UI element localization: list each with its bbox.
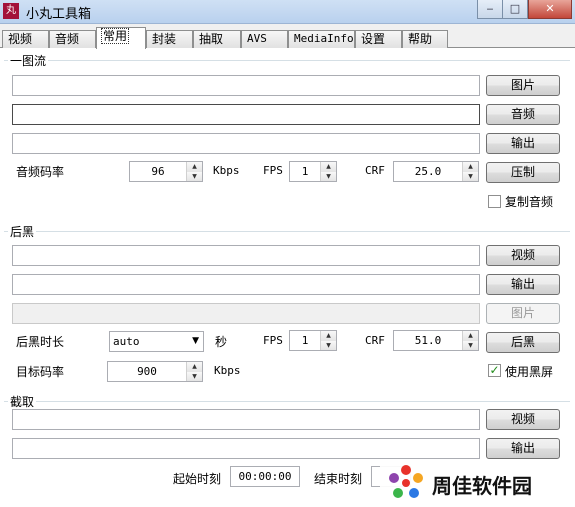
audio-bitrate-value: 96	[151, 165, 165, 178]
spin-down-icon[interactable]: ▼	[187, 171, 202, 181]
black-tail-button[interactable]: 后黑	[486, 332, 560, 353]
output-path-field[interactable]	[12, 274, 480, 295]
audio-bitrate-spinner[interactable]: 96 ▲ ▼	[129, 161, 203, 182]
group-title-black-tail: 后黑	[8, 223, 37, 240]
image-button[interactable]: 图片	[486, 75, 560, 96]
end-time-label: 结束时刻	[314, 472, 363, 486]
tab-common[interactable]: 常用	[96, 27, 146, 49]
kbps-unit-label: Kbps	[214, 364, 241, 377]
use-black-checkbox[interactable]: ✓	[488, 364, 501, 377]
video-path-field[interactable]	[12, 245, 480, 266]
fps-spinner[interactable]: 1 ▲ ▼	[289, 330, 337, 351]
output-button[interactable]: 输出	[486, 274, 560, 295]
tab-settings[interactable]: 设置	[355, 30, 402, 48]
tab-avs-label: AVS	[247, 32, 267, 45]
group-title-image-stream: 一图流	[8, 52, 49, 69]
tab-video[interactable]: 视频	[2, 30, 49, 48]
crf-spinner[interactable]: 25.0 ▲ ▼	[393, 161, 479, 182]
black-duration-select[interactable]: auto ▼	[109, 331, 204, 352]
video-path-field[interactable]	[12, 409, 480, 430]
tab-help-label: 帮助	[408, 32, 433, 46]
target-bitrate-label: 目标码率	[16, 365, 65, 379]
tab-video-label: 视频	[8, 32, 33, 46]
audio-bitrate-label: 音频码率	[16, 165, 65, 179]
tab-extract-label: 抽取	[199, 32, 224, 46]
target-bitrate-value: 900	[137, 365, 157, 378]
tab-mux[interactable]: 封装	[146, 30, 193, 48]
group-border	[4, 231, 570, 232]
crf-value: 51.0	[414, 334, 442, 347]
spin-down-icon[interactable]: ▼	[463, 340, 478, 350]
window-title: 小丸工具箱	[26, 7, 92, 22]
kbps-unit-label: Kbps	[213, 164, 240, 177]
black-duration-label: 后黑时长	[16, 335, 65, 349]
video-button[interactable]: 视频	[486, 245, 560, 266]
video-button[interactable]: 视频	[486, 409, 560, 430]
start-time-label: 起始时刻	[173, 472, 222, 486]
tab-settings-label: 设置	[361, 32, 386, 46]
image-path-field[interactable]	[12, 75, 480, 96]
output-path-field[interactable]	[12, 133, 480, 154]
fps-spinner[interactable]: 1 ▲ ▼	[289, 161, 337, 182]
tab-audio[interactable]: 音频	[49, 30, 96, 48]
crf-value: 25.0	[414, 165, 442, 178]
spin-down-icon[interactable]: ▼	[463, 171, 478, 181]
close-button[interactable]: ✕	[528, 0, 572, 19]
copy-audio-checkbox[interactable]	[488, 195, 501, 208]
output-button[interactable]: 输出	[486, 438, 560, 459]
audio-path-field[interactable]	[12, 104, 480, 125]
chevron-down-icon: ▼	[192, 336, 199, 346]
crf-label: CRF	[365, 334, 385, 347]
spin-down-icon[interactable]: ▼	[321, 340, 336, 350]
compress-button[interactable]: 压制	[486, 162, 560, 183]
tab-audio-label: 音频	[55, 32, 80, 46]
checkmark-icon: ✓	[489, 363, 500, 377]
spin-down-icon[interactable]: ▼	[187, 371, 202, 381]
seconds-unit-label: 秒	[215, 335, 228, 349]
group-title-clip: 截取	[8, 393, 37, 410]
target-bitrate-spinner[interactable]: 900 ▲ ▼	[107, 361, 203, 382]
tab-extract[interactable]: 抽取	[193, 30, 241, 48]
watermark-text: 周佳软件园	[432, 474, 532, 498]
output-path-field[interactable]	[12, 438, 480, 459]
maximize-button[interactable]: □	[502, 0, 528, 19]
group-border	[4, 60, 570, 61]
pinwheel-logo-icon	[389, 465, 423, 498]
group-border	[4, 401, 570, 402]
tab-mediainfo[interactable]: MediaInfo	[288, 30, 355, 48]
output-button[interactable]: 输出	[486, 133, 560, 154]
app-icon: 丸	[3, 3, 19, 19]
fps-label: FPS	[263, 334, 283, 347]
crf-spinner[interactable]: 51.0 ▲ ▼	[393, 330, 479, 351]
audio-button[interactable]: 音频	[486, 104, 560, 125]
use-black-label: 使用黑屏	[505, 365, 554, 379]
tab-mux-label: 封装	[152, 32, 177, 46]
image-path-field-disabled	[12, 303, 480, 324]
copy-audio-label: 复制音频	[505, 195, 554, 209]
start-time-field[interactable]: 00:00:00	[230, 466, 300, 487]
fps-value: 1	[301, 334, 309, 347]
tab-avs[interactable]: AVS	[241, 30, 288, 48]
image-button-disabled: 图片	[486, 303, 560, 324]
fps-label: FPS	[263, 164, 283, 177]
spin-down-icon[interactable]: ▼	[321, 171, 336, 181]
crf-label: CRF	[365, 164, 385, 177]
tab-mediainfo-label: MediaInfo	[294, 32, 354, 45]
fps-value: 1	[301, 165, 309, 178]
tab-help[interactable]: 帮助	[402, 30, 448, 48]
tab-common-label: 常用	[100, 28, 130, 44]
black-duration-value: auto	[113, 335, 140, 348]
minimize-button[interactable]: ‒	[477, 0, 503, 19]
